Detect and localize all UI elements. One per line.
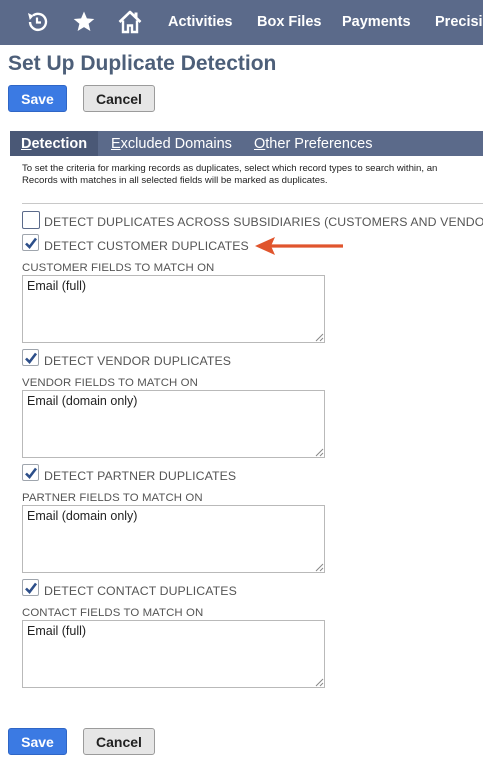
tab-detection[interactable]: Detection	[10, 131, 98, 156]
page-title: Set Up Duplicate Detection	[8, 52, 277, 75]
partner-duplicates-checkbox[interactable]	[22, 464, 39, 481]
customer-duplicates-checkbox[interactable]	[22, 234, 39, 251]
contact-fields-label: CONTACT FIELDS TO MATCH ON	[22, 607, 204, 619]
checkmark-icon	[25, 237, 38, 249]
nav-payments[interactable]: Payments	[342, 14, 411, 30]
save-button-bottom[interactable]: Save	[8, 728, 67, 755]
tab-excluded-label: xcluded Domains	[120, 136, 232, 152]
subsidiaries-label: DETECT DUPLICATES ACROSS SUBSIDIARIES (C…	[44, 215, 483, 229]
save-button-top[interactable]: Save	[8, 85, 67, 112]
nav-activities[interactable]: Activities	[168, 14, 232, 30]
nav-box-files[interactable]: Box Files	[257, 14, 321, 30]
star-icon[interactable]	[71, 9, 97, 35]
vendor-duplicates-label: DETECT VENDOR DUPLICATES	[44, 354, 232, 368]
divider	[22, 203, 483, 204]
description: To set the criteria for marking records …	[22, 163, 483, 187]
tab-detection-label: etection	[31, 136, 88, 152]
vendor-fields-label: VENDOR FIELDS TO MATCH ON	[22, 377, 198, 389]
vendor-fields-input[interactable]: Email (domain only)	[22, 390, 325, 458]
contact-duplicates-label: DETECT CONTACT DUPLICATES	[44, 584, 237, 598]
customer-fields-input[interactable]: Email (full)	[22, 275, 325, 343]
cancel-button-bottom[interactable]: Cancel	[83, 728, 155, 755]
checkmark-icon	[25, 352, 38, 364]
tab-other-preferences[interactable]: Other Preferences	[254, 131, 372, 156]
tab-other-accel: O	[254, 136, 266, 152]
tab-detection-accel: D	[21, 136, 32, 152]
tab-bar: Detection Excluded Domains Other Prefere…	[10, 131, 483, 156]
partner-fields-input[interactable]: Email (domain only)	[22, 505, 325, 573]
top-nav: Activities Box Files Payments Precisi	[0, 0, 483, 45]
description-line-1: To set the criteria for marking records …	[22, 163, 438, 174]
tab-other-label: ther Preferences	[265, 136, 373, 152]
partner-fields-label: PARTNER FIELDS TO MATCH ON	[22, 492, 203, 504]
recent-icon[interactable]	[24, 9, 50, 35]
nav-precisi[interactable]: Precisi	[435, 14, 483, 30]
checkmark-icon	[25, 582, 38, 594]
home-icon[interactable]	[117, 9, 143, 35]
tab-excluded-domains[interactable]: Excluded Domains	[111, 131, 232, 156]
checkmark-icon	[25, 467, 38, 479]
partner-duplicates-label: DETECT PARTNER DUPLICATES	[44, 469, 237, 483]
description-line-2: Records with matches in all selected fie…	[22, 175, 328, 186]
contact-fields-input[interactable]: Email (full)	[22, 620, 325, 688]
cancel-button-top[interactable]: Cancel	[83, 85, 155, 112]
annotation-arrow-icon	[255, 237, 343, 255]
subsidiaries-checkbox[interactable]	[22, 211, 40, 229]
customer-fields-label: CUSTOMER FIELDS TO MATCH ON	[22, 262, 215, 274]
vendor-duplicates-checkbox[interactable]	[22, 349, 39, 366]
tab-excluded-accel: E	[111, 136, 121, 152]
contact-duplicates-checkbox[interactable]	[22, 579, 39, 596]
customer-duplicates-label: DETECT CUSTOMER DUPLICATES	[44, 239, 249, 253]
